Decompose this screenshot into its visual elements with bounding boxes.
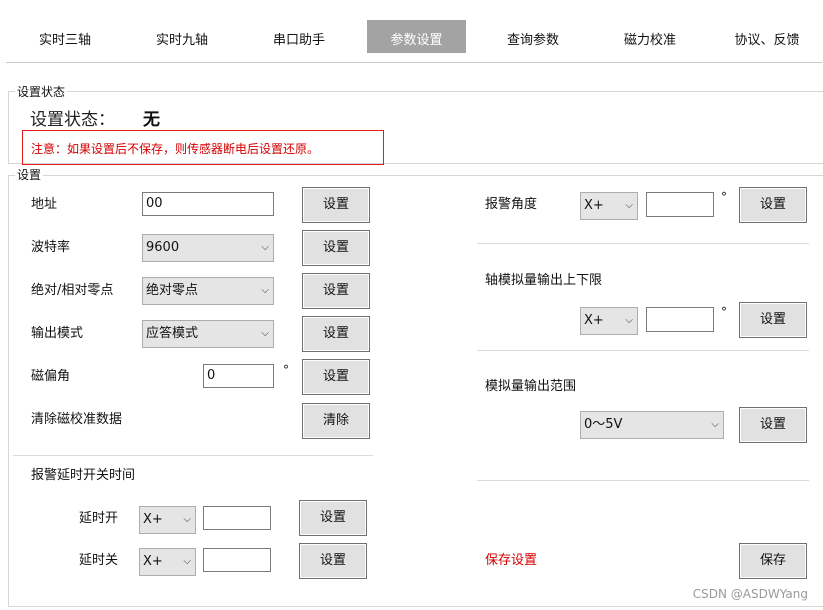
chevron-down-icon: ⌵ [183, 514, 191, 525]
alarm-angle-degree-unit: ° [721, 190, 727, 204]
tab-serial-assistant[interactable]: 串口助手 [245, 20, 353, 53]
status-group-legend: 设置状态 [15, 85, 68, 99]
alarm-angle-set-button[interactable]: 设置 [739, 187, 807, 223]
analog-limits-label: 轴模拟量输出上下限 [485, 273, 603, 288]
declination-degree-unit: ° [283, 363, 289, 377]
tab-realtime-9axis[interactable]: 实时九轴 [128, 20, 236, 53]
analog-range-value: 0～5V [584, 417, 623, 432]
left-section-divider [13, 455, 373, 456]
delay-on-axis-select[interactable]: X+ ⌵ [139, 506, 196, 534]
declination-set-button[interactable]: 设置 [302, 359, 370, 395]
declination-label: 磁偏角 [31, 369, 71, 384]
delay-on-input[interactable] [203, 506, 271, 530]
address-set-button[interactable]: 设置 [302, 187, 370, 223]
tab-magnetic-calibration[interactable]: 磁力校准 [596, 20, 704, 53]
status-label: 设置状态： [30, 110, 115, 130]
right-divider-3 [477, 480, 809, 481]
output-mode-value: 应答模式 [146, 326, 199, 341]
zero-point-label: 绝对/相对零点 [31, 283, 114, 298]
tab-protocol-feedback[interactable]: 协议、反馈 [714, 20, 820, 53]
baud-rate-label: 波特率 [31, 240, 71, 255]
alarm-delay-title: 报警延时开关时间 [31, 468, 136, 483]
settings-group-legend: 设置 [15, 168, 44, 182]
save-button[interactable]: 保存 [739, 543, 807, 579]
tab-parameter-settings[interactable]: 参数设置 [367, 20, 466, 53]
chevron-down-icon: ⌵ [261, 328, 269, 339]
analog-range-set-button[interactable]: 设置 [739, 407, 807, 443]
alarm-angle-input[interactable] [646, 192, 714, 217]
analog-limits-axis-select[interactable]: X+ ⌵ [580, 307, 638, 335]
save-settings-label: 保存设置 [485, 553, 538, 568]
output-mode-select[interactable]: 应答模式 ⌵ [142, 320, 274, 348]
output-mode-set-button[interactable]: 设置 [302, 316, 370, 352]
zero-point-set-button[interactable]: 设置 [302, 273, 370, 309]
right-divider-2 [477, 350, 809, 351]
tab-bar-divider [6, 62, 822, 63]
baud-rate-select[interactable]: 9600 ⌵ [142, 234, 274, 262]
chevron-down-icon: ⌵ [711, 419, 719, 430]
analog-limits-input[interactable] [646, 307, 714, 332]
warning-box: 注意：如果设置后不保存，则传感器断电后设置还原。 [22, 130, 384, 165]
address-input[interactable]: 00 [142, 192, 274, 216]
right-divider-1 [477, 243, 809, 244]
analog-range-select[interactable]: 0～5V ⌵ [580, 411, 724, 439]
status-value: 无 [143, 110, 160, 130]
alarm-angle-label: 报警角度 [485, 197, 538, 212]
output-mode-label: 输出模式 [31, 326, 84, 341]
delay-off-input[interactable] [203, 548, 271, 572]
alarm-angle-axis-select[interactable]: X+ ⌵ [580, 192, 638, 220]
warning-text: 注意：如果设置后不保存，则传感器断电后设置还原。 [31, 142, 320, 156]
delay-off-set-button[interactable]: 设置 [299, 543, 367, 579]
analog-limits-set-button[interactable]: 设置 [739, 302, 807, 338]
tab-query-parameters[interactable]: 查询参数 [478, 20, 588, 53]
delay-off-label: 延时关 [79, 553, 119, 568]
delay-off-axis-select[interactable]: X+ ⌵ [139, 548, 196, 576]
delay-on-axis-value: X+ [143, 512, 163, 527]
alarm-angle-axis-value: X+ [584, 198, 604, 213]
clear-calibration-button[interactable]: 清除 [302, 403, 370, 439]
chevron-down-icon: ⌵ [183, 556, 191, 567]
chevron-down-icon: ⌵ [625, 200, 633, 211]
watermark: CSDN @ASDWYang [692, 587, 808, 601]
chevron-down-icon: ⌵ [625, 315, 633, 326]
clear-calibration-label: 清除磁校准数据 [31, 412, 123, 427]
analog-range-label: 模拟量输出范围 [485, 379, 577, 394]
zero-point-select[interactable]: 绝对零点 ⌵ [142, 277, 274, 305]
chevron-down-icon: ⌵ [261, 285, 269, 296]
address-label: 地址 [31, 197, 58, 212]
zero-point-value: 绝对零点 [146, 283, 199, 298]
baud-rate-set-button[interactable]: 设置 [302, 230, 370, 266]
chevron-down-icon: ⌵ [261, 242, 269, 253]
delay-on-label: 延时开 [79, 511, 119, 526]
analog-limits-degree-unit: ° [721, 305, 727, 319]
declination-input[interactable]: 0 [203, 364, 274, 388]
analog-limits-axis-value: X+ [584, 313, 604, 328]
settings-group-frame [8, 175, 823, 607]
delay-off-axis-value: X+ [143, 554, 163, 569]
tab-realtime-3axis[interactable]: 实时三轴 [12, 20, 118, 53]
baud-rate-value: 9600 [146, 240, 180, 255]
delay-on-set-button[interactable]: 设置 [299, 500, 367, 536]
